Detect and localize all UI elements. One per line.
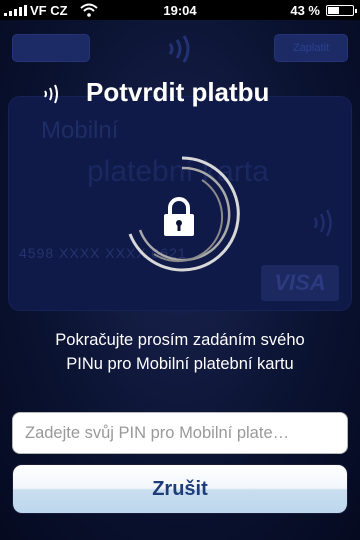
message-line-1: Pokračujte prosím zadáním svého (55, 331, 305, 349)
dialog-message: Pokračujte prosím zadáním svého PINu pro… (0, 328, 360, 376)
battery-percent: 43 % (290, 3, 320, 18)
message-line-2: PINu pro Mobilní platební kartu (66, 355, 294, 373)
dialog-title: Potvrdit platbu (86, 77, 270, 107)
card-contactless-icon (313, 209, 332, 237)
back-button (12, 34, 90, 62)
pin-input[interactable] (12, 412, 348, 454)
contactless-icon (168, 35, 190, 63)
lock-icon (164, 197, 194, 236)
visa-logo: VISA (261, 265, 339, 301)
pay-button: Zaplatit (274, 34, 348, 62)
battery-icon (326, 5, 357, 16)
status-bar: VF CZ 19:04 43 % (0, 0, 360, 20)
card-title: Mobilní (41, 117, 119, 144)
nfc-icon (44, 84, 58, 104)
cancel-button[interactable]: Zrušit (12, 464, 348, 514)
